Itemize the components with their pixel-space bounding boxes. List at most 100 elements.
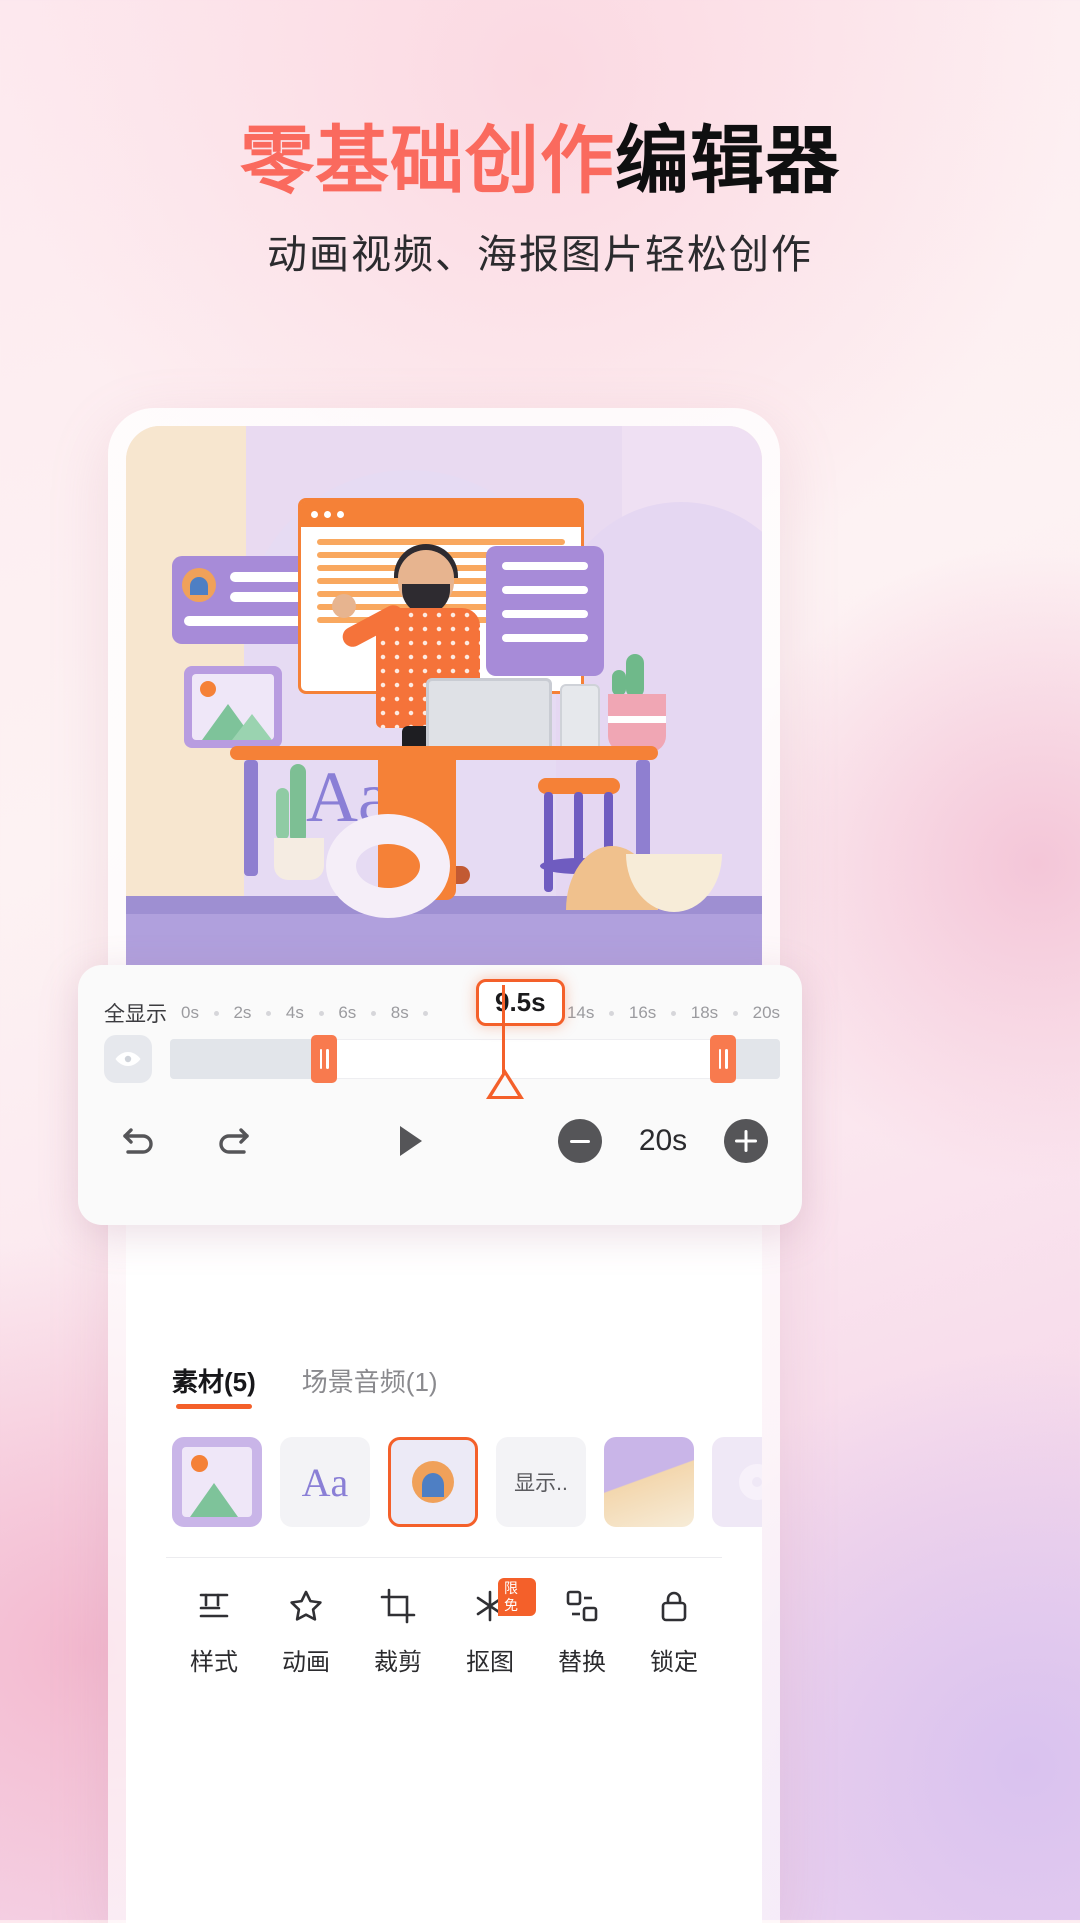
star-animation-icon: [286, 1584, 326, 1628]
window-dot-icon: [311, 510, 318, 518]
ruler-tick-dot-icon: [671, 1010, 677, 1016]
crop-icon: [378, 1584, 418, 1628]
ruler-tick-dot-icon: [266, 1010, 272, 1016]
track-trim-left-region: [170, 1039, 317, 1079]
track-trim-right-region: [732, 1039, 780, 1079]
current-time-badge[interactable]: 9.5s: [476, 979, 565, 1026]
ruler-tick-dot-icon: [732, 1010, 738, 1016]
trim-handle-right[interactable]: [710, 1035, 736, 1083]
canvas-image-card: [184, 666, 282, 748]
timeline-track-row: [78, 1025, 802, 1087]
window-dot-icon: [324, 510, 331, 518]
canvas-bar-r4: [502, 634, 588, 642]
ruler-tick: 8s: [390, 1003, 409, 1022]
history-controls: [112, 1114, 260, 1168]
canvas-plant-leaf: [276, 788, 289, 840]
ruler-tick-dot-icon: [423, 1010, 429, 1016]
window-dot-icon: [337, 510, 344, 518]
undo-button[interactable]: [112, 1114, 166, 1168]
material-tabs: 素材(5) 场景音频(1): [126, 1326, 762, 1409]
thumbnail-image[interactable]: [172, 1437, 262, 1527]
toolbar-label-style: 样式: [190, 1649, 238, 1676]
playback-controls: [260, 1114, 558, 1168]
window-line: [317, 539, 565, 545]
editor-canvas-preview[interactable]: Aa: [126, 426, 762, 1026]
toolbar-label-crop: 裁剪: [374, 1649, 422, 1676]
duration-stepper: 20s: [558, 1119, 768, 1163]
toolbar-label-replace: 替换: [558, 1649, 606, 1676]
timeline-ruler: 全显示 0s 2s 4s 6s 8s 10s 12s: [78, 965, 802, 1028]
canvas-plant-stem: [290, 764, 306, 844]
increase-duration-button[interactable]: [724, 1119, 768, 1163]
ruler-tick-dot-icon: [318, 1010, 324, 1016]
ruler-tick-dot-icon: [371, 1010, 377, 1016]
play-button[interactable]: [382, 1114, 436, 1168]
thumbnail-shape[interactable]: [604, 1437, 694, 1527]
canvas-avatar-icon: [182, 568, 216, 602]
decrease-duration-button[interactable]: [558, 1119, 602, 1163]
page-subtitle: 动画视频、海报图片轻松创作: [267, 232, 813, 277]
mountain-icon: [190, 1483, 238, 1517]
toolbar-item-replace[interactable]: 替换: [536, 1584, 628, 1677]
replace-icon: [562, 1584, 602, 1628]
canvas-window-titlebar: [301, 501, 581, 527]
ruler-tick: 14s: [566, 1003, 595, 1022]
edit-toolbar: 样式 动画 裁剪 限免 抠图 替换 锁定: [126, 1558, 762, 1677]
ruler-tick: 16s: [628, 1003, 657, 1022]
duration-value: 20s: [638, 1124, 688, 1157]
trim-handle-left[interactable]: [311, 1035, 337, 1083]
headline-highlight: 零基础创作: [240, 119, 615, 202]
toolbar-item-cutout[interactable]: 限免 抠图: [444, 1578, 536, 1677]
ruler-tick: 18s: [690, 1003, 719, 1022]
style-icon: [194, 1584, 234, 1628]
playhead-handle-icon[interactable]: [486, 1069, 524, 1099]
canvas-bar-r1: [502, 562, 588, 570]
canvas-plant-pot-2: [274, 838, 324, 880]
toolbar-item-lock[interactable]: 锁定: [628, 1584, 720, 1677]
thumbnail-avatar-selected[interactable]: [388, 1437, 478, 1527]
thumbnail-more[interactable]: 显示..: [496, 1437, 586, 1527]
canvas-laptop: [426, 678, 552, 752]
canvas-stool-leg: [544, 792, 553, 892]
timeline-controls: 20s: [78, 1087, 802, 1173]
canvas-pot-stripe: [608, 716, 666, 723]
ruler-tick: 6s: [338, 1003, 357, 1022]
canvas-desk-leg: [244, 760, 258, 876]
promo-header: 零基础创作编辑器 动画视频、海报图片轻松创作: [0, 0, 1080, 280]
canvas-person-hand: [332, 594, 356, 618]
toolbar-item-animation[interactable]: 动画: [260, 1584, 352, 1677]
undo-icon: [123, 1128, 153, 1154]
headline-rest: 编辑器: [615, 119, 840, 202]
minus-icon: [570, 1139, 590, 1143]
redo-button[interactable]: [206, 1114, 260, 1168]
avatar-icon: [412, 1461, 454, 1503]
ruler-tick: 2s: [233, 1003, 252, 1022]
thumbnail-text[interactable]: Aa: [280, 1437, 370, 1527]
eye-icon: [115, 1052, 141, 1066]
ruler-tick: 4s: [285, 1003, 304, 1022]
free-limited-badge: 限免: [498, 1578, 536, 1616]
canvas-donut: [326, 814, 450, 918]
toolbar-item-style[interactable]: 样式: [168, 1584, 260, 1677]
play-icon: [400, 1126, 422, 1156]
canvas-plant-pot: [608, 694, 666, 752]
canvas-bar-r3: [502, 610, 588, 618]
page-title: 零基础创作编辑器: [0, 122, 1080, 200]
material-thumbnail-list: Aa 显示..: [126, 1409, 762, 1527]
visibility-toggle-button[interactable]: [104, 1035, 152, 1083]
toolbar-item-crop[interactable]: 裁剪: [352, 1584, 444, 1677]
handle-bar-icon: [326, 1049, 329, 1069]
canvas-bar-r2: [502, 586, 588, 594]
thumbnail-donut[interactable]: [712, 1437, 762, 1527]
donut-icon: [739, 1464, 762, 1500]
display-mode-label[interactable]: 全显示: [104, 998, 167, 1028]
ruler-tick-dot-icon: [213, 1010, 219, 1016]
canvas-cactus-arm: [612, 670, 626, 696]
clip-track[interactable]: [170, 1035, 780, 1083]
redo-icon: [219, 1128, 249, 1154]
plus-icon: [735, 1130, 757, 1152]
tab-scene-audio[interactable]: 场景音频(1): [302, 1362, 438, 1409]
playhead-line[interactable]: [502, 985, 505, 1077]
tab-materials[interactable]: 素材(5): [172, 1362, 256, 1409]
thumbnail-image-inner: [182, 1447, 252, 1517]
